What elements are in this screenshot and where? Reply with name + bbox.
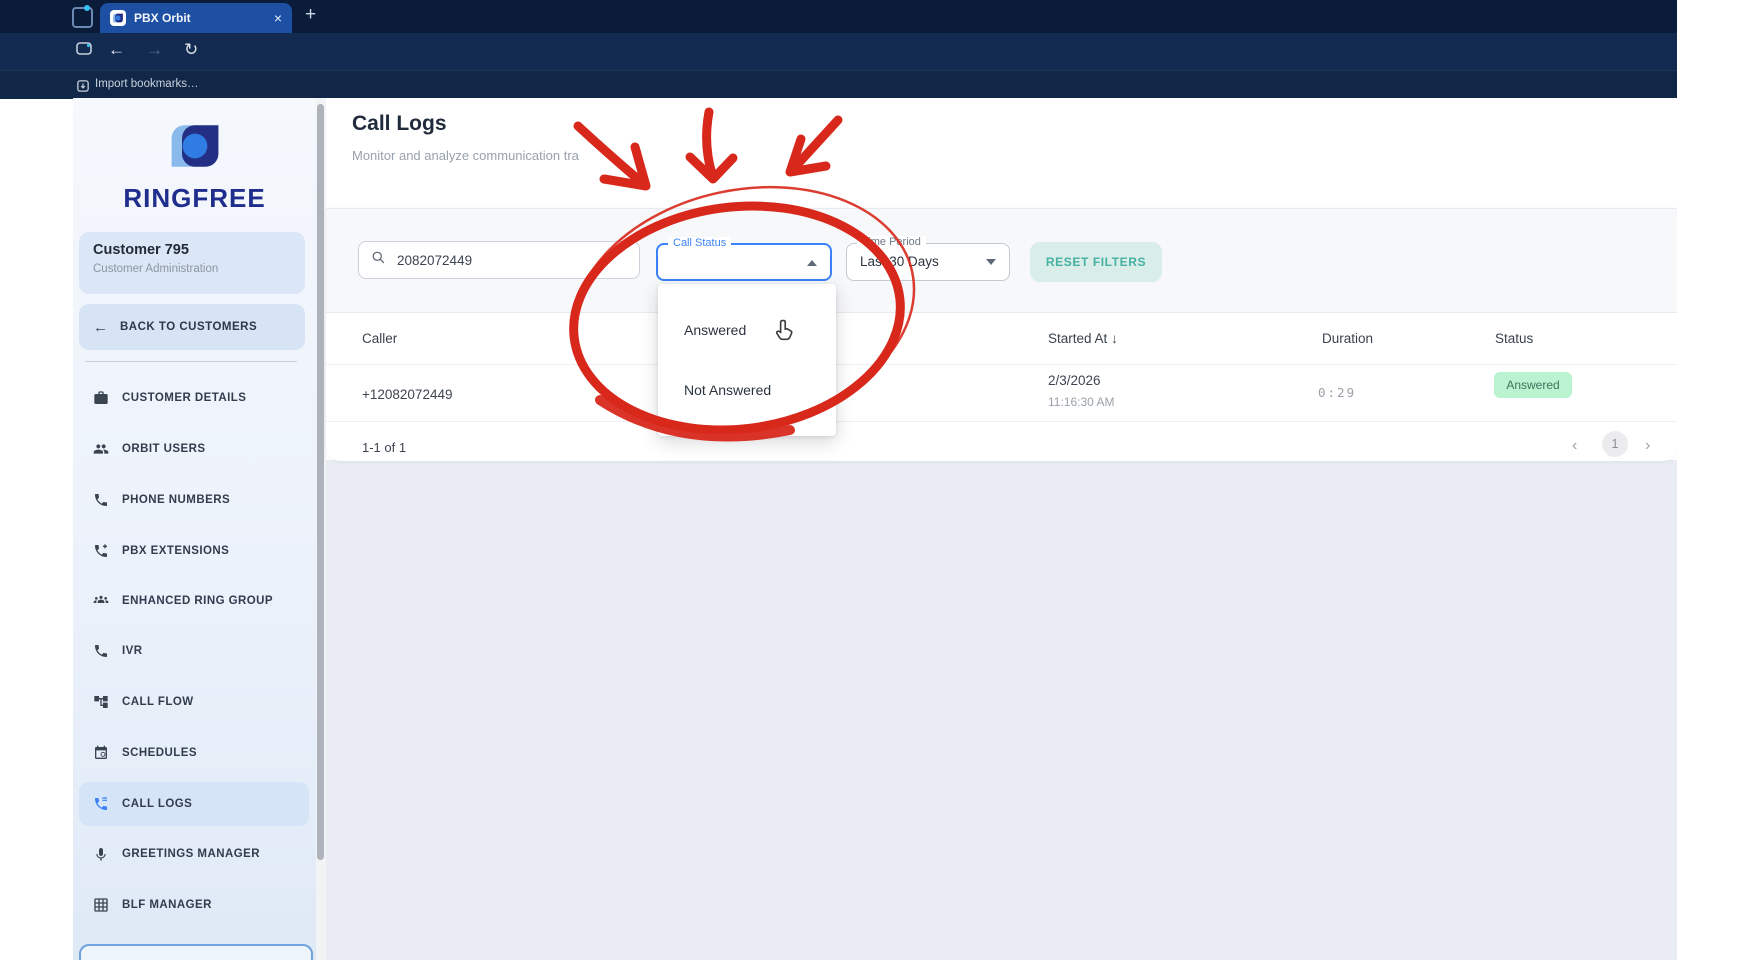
caret-down-icon	[986, 259, 996, 265]
column-header-caller: Caller	[362, 331, 398, 346]
sidebar: RINGFREE Customer 795 Customer Administr…	[73, 98, 316, 960]
search-input[interactable]	[395, 251, 627, 269]
search-icon	[371, 250, 386, 270]
sidebar-item-customer-details[interactable]: CUSTOMER DETAILS	[79, 378, 309, 418]
page-background	[326, 460, 1677, 960]
browser-toolbar: ← → ↻ orbit.ringfree.com/customers/795/c…	[0, 33, 1677, 99]
call-logs-card: Call Status Answered Not Answered Time P…	[326, 208, 1677, 461]
cell-duration: 0:29	[1318, 385, 1357, 400]
sort-desc-icon: ↓	[1111, 331, 1118, 346]
phone-plus-icon	[93, 543, 109, 559]
briefcase-icon	[93, 390, 109, 406]
sidebar-item-blf-manager[interactable]: BLF MANAGER	[79, 885, 309, 925]
pagination-next-icon[interactable]: ›	[1645, 437, 1650, 455]
firefox-view-icon[interactable]	[76, 41, 92, 61]
call-status-select[interactable]: Call Status	[656, 237, 832, 281]
reset-filters-button[interactable]: RESET FILTERS	[1030, 242, 1162, 282]
time-period-value: Last 30 Days	[860, 254, 939, 269]
tab-favicon-icon	[110, 10, 126, 26]
phone-icon	[93, 643, 109, 659]
tab-title: PBX Orbit	[134, 11, 191, 25]
table-row-divider	[326, 421, 1677, 422]
customer-subtitle: Customer Administration	[93, 263, 219, 275]
customer-card: Customer 795 Customer Administration	[79, 232, 305, 294]
back-to-customers-button[interactable]: ← BACK TO CUSTOMERS	[79, 304, 305, 350]
sidebar-item-orbit-users[interactable]: ORBIT USERS	[79, 429, 309, 469]
table-top-divider	[326, 312, 1677, 313]
sidebar-item-ivr[interactable]: IVR	[79, 631, 309, 671]
call-logs-icon	[93, 796, 109, 812]
users-icon	[93, 441, 109, 457]
browser-tab[interactable]: PBX Orbit ×	[100, 3, 292, 33]
sidebar-item-schedules[interactable]: SCHEDULES	[79, 733, 309, 773]
pagination-prev-icon[interactable]: ‹	[1572, 437, 1577, 455]
pagination-range: 1-1 of 1	[362, 440, 407, 455]
grid-icon	[93, 897, 109, 913]
column-header-status: Status	[1495, 331, 1534, 346]
sidebar-bottom-card	[79, 944, 313, 960]
search-box[interactable]	[358, 241, 640, 279]
sidebar-item-phone-numbers[interactable]: PHONE NUMBERS	[79, 480, 309, 520]
menu-option-answered[interactable]: Answered	[658, 307, 836, 353]
reload-button-icon[interactable]: ↻	[184, 40, 198, 60]
call-status-menu: Answered Not Answered	[658, 284, 836, 436]
brand-name: RINGFREE	[123, 183, 266, 213]
tree-icon	[93, 694, 109, 710]
caret-up-icon	[807, 260, 817, 266]
bookmarks-bar: Import bookmarks…	[0, 70, 1677, 99]
calendar-icon	[93, 745, 109, 761]
page-subtitle: Monitor and analyze communication tra	[352, 148, 579, 163]
customer-title: Customer 795	[93, 242, 189, 258]
new-tab-button[interactable]: +	[305, 4, 316, 26]
back-arrow-icon: ←	[93, 318, 108, 336]
browser-tab-bar: PBX Orbit × +	[0, 0, 1677, 33]
background-window-icon	[72, 7, 93, 28]
sidebar-item-enhanced-ring-group[interactable]: ENHANCED RING GROUP	[79, 581, 309, 621]
back-button-icon[interactable]: ←	[108, 40, 125, 60]
import-bookmarks-label[interactable]: Import bookmarks…	[95, 78, 199, 90]
sidebar-scrollbar-thumb[interactable]	[317, 104, 324, 860]
table-header-divider	[326, 364, 1677, 365]
status-badge: Answered	[1494, 372, 1572, 398]
column-header-duration: Duration	[1322, 331, 1374, 346]
screenshot-canvas: PBX Orbit × + ← → ↻ orbit.ringfree.com/c…	[0, 0, 1753, 960]
column-header-started-at[interactable]: Started At ↓	[1048, 331, 1118, 346]
call-status-label: Call Status	[668, 237, 732, 249]
cell-started-date: 2/3/2026	[1048, 373, 1101, 388]
forward-button-icon[interactable]: →	[146, 40, 163, 60]
group-icon	[93, 593, 109, 609]
sidebar-divider	[85, 361, 297, 362]
sidebar-item-call-flow[interactable]: CALL FLOW	[79, 682, 309, 722]
tab-close-icon[interactable]: ×	[274, 10, 282, 26]
page-title: Call Logs	[352, 112, 447, 135]
cell-caller: +12082072449	[362, 387, 453, 402]
menu-option-not-answered[interactable]: Not Answered	[658, 367, 836, 413]
sidebar-item-pbx-extensions[interactable]: PBX EXTENSIONS	[79, 531, 309, 571]
phone-icon	[93, 492, 109, 508]
import-bookmarks-icon	[77, 79, 89, 97]
sidebar-item-greetings-manager[interactable]: GREETINGS MANAGER	[79, 834, 309, 874]
cell-started-time: 11:16:30 AM	[1048, 395, 1115, 409]
ringfree-logo-icon	[166, 125, 224, 176]
time-period-select[interactable]: Time Period Last 30 Days	[846, 236, 1010, 281]
voice-icon	[93, 846, 109, 862]
right-margin	[1677, 0, 1753, 960]
sidebar-item-call-logs[interactable]: CALL LOGS	[79, 782, 309, 826]
pagination-page-1[interactable]: 1	[1602, 431, 1628, 457]
time-period-label: Time Period	[857, 236, 926, 248]
background-window-dot	[84, 5, 90, 11]
main-content: Call Logs Monitor and analyze communicat…	[326, 98, 1677, 960]
